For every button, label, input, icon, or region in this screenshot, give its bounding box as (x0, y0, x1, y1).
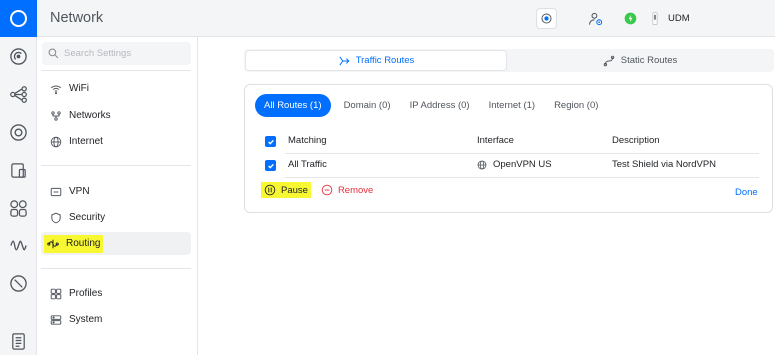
wifi-icon (50, 85, 62, 94)
admin-user-gear-icon[interactable] (585, 8, 606, 29)
sidebar-item-label: Networks (69, 110, 111, 121)
tab-traffic-routes[interactable]: Traffic Routes (246, 51, 506, 70)
globe-icon (50, 136, 62, 147)
users-icon[interactable] (8, 198, 29, 219)
search-box[interactable] (42, 42, 191, 65)
traffic-routes-icon (339, 56, 350, 65)
table-header: Matching Interface Description (245, 130, 772, 153)
filter-all-routes[interactable]: All Routes (1) (255, 94, 331, 117)
system-icon (50, 314, 62, 325)
interface-label: OpenVPN US (493, 159, 552, 170)
static-routes-icon (603, 55, 615, 66)
route-type-tabs: Traffic Routes Static Routes (244, 49, 774, 72)
sidebar-item-wifi[interactable]: WiFi (41, 77, 191, 100)
main-panel: Traffic Routes Static Routes All Routes … (198, 37, 775, 355)
sidebar-divider (41, 70, 191, 71)
device-name[interactable]: UDM (668, 13, 690, 24)
pause-icon (264, 184, 276, 196)
settings-sidebar: WiFi Networks Internet VPN Security Rout… (37, 37, 198, 355)
client-devices-icon[interactable] (8, 160, 29, 181)
remove-button[interactable]: Remove (321, 184, 373, 196)
app-rail (0, 0, 37, 355)
done-button[interactable]: Done (735, 187, 758, 198)
select-all-checkbox[interactable] (265, 136, 276, 147)
insights-icon[interactable] (8, 235, 29, 256)
sidebar-item-networks[interactable]: Networks (41, 104, 191, 127)
cell-interface: OpenVPN US (477, 159, 552, 170)
sidebar-item-label: Internet (69, 136, 103, 147)
check-icon (267, 139, 274, 145)
sidebar-divider (41, 268, 191, 269)
ubiquiti-logo-icon[interactable] (0, 0, 37, 37)
shield-icon (51, 212, 61, 223)
tab-label: Static Routes (620, 55, 678, 66)
sidebar-item-profiles[interactable]: Profiles (41, 282, 191, 305)
sidebar-item-internet[interactable]: Internet (41, 130, 191, 153)
profiles-icon (50, 288, 62, 299)
remove-icon (321, 184, 333, 196)
devices-icon[interactable] (8, 122, 29, 143)
row-checkbox[interactable] (265, 160, 276, 171)
row-actions: Pause Remove (261, 182, 373, 198)
row-divider (285, 177, 759, 178)
highlight-mark: Routing (44, 234, 104, 253)
pause-button[interactable]: Pause (261, 182, 311, 198)
routes-card: All Routes (1) Domain (0) IP Address (0)… (244, 84, 773, 213)
filter-ip-address[interactable]: IP Address (0) (401, 94, 479, 117)
logs-icon[interactable] (8, 331, 29, 352)
sidebar-item-label: Security (69, 212, 106, 223)
protect-shield-icon[interactable] (8, 273, 29, 294)
filter-domain[interactable]: Domain (0) (335, 94, 400, 117)
remove-label: Remove (337, 184, 374, 196)
topology-icon[interactable] (8, 84, 29, 105)
route-filters: All Routes (1) Domain (0) IP Address (0)… (255, 94, 608, 117)
filter-region[interactable]: Region (0) (545, 94, 607, 117)
sidebar-item-label: WiFi (69, 83, 89, 94)
sidebar-item-label: VPN (69, 186, 90, 197)
filter-internet[interactable]: Internet (1) (480, 94, 544, 117)
table-row[interactable]: All Traffic OpenVPN US Test Shield via N… (245, 154, 772, 177)
top-bar: Network UDM (37, 0, 775, 37)
column-header-matching[interactable]: Matching (288, 135, 327, 146)
device-icon[interactable] (644, 8, 665, 29)
column-header-description[interactable]: Description (612, 135, 660, 146)
sidebar-item-system[interactable]: System (41, 308, 191, 331)
status-ok-icon (620, 8, 641, 29)
vpn-icon (50, 187, 62, 196)
app-title: Network (50, 10, 104, 26)
globe-icon (477, 160, 487, 169)
sidebar-item-label: Profiles (69, 288, 103, 299)
sidebar-item-security[interactable]: Security (41, 206, 191, 229)
tab-static-routes[interactable]: Static Routes (509, 51, 771, 70)
sidebar-divider (41, 165, 191, 166)
cell-matching: All Traffic (288, 159, 327, 170)
sidebar-item-label: System (69, 314, 103, 325)
pause-label: Pause (281, 184, 308, 196)
sidebar-item-routing[interactable]: Routing (41, 232, 191, 255)
sidebar-item-label: Routing (66, 238, 101, 249)
dashboard-icon[interactable] (8, 46, 29, 67)
column-header-interface[interactable]: Interface (477, 135, 514, 146)
search-icon (48, 48, 59, 59)
routing-icon (47, 239, 59, 248)
settings-gear-icon[interactable] (536, 8, 557, 29)
tab-label: Traffic Routes (355, 55, 415, 66)
networks-icon (51, 110, 61, 121)
search-input[interactable] (64, 48, 184, 59)
cell-description: Test Shield via NordVPN (612, 159, 717, 170)
check-icon (267, 163, 274, 169)
sidebar-item-vpn[interactable]: VPN (41, 180, 191, 203)
